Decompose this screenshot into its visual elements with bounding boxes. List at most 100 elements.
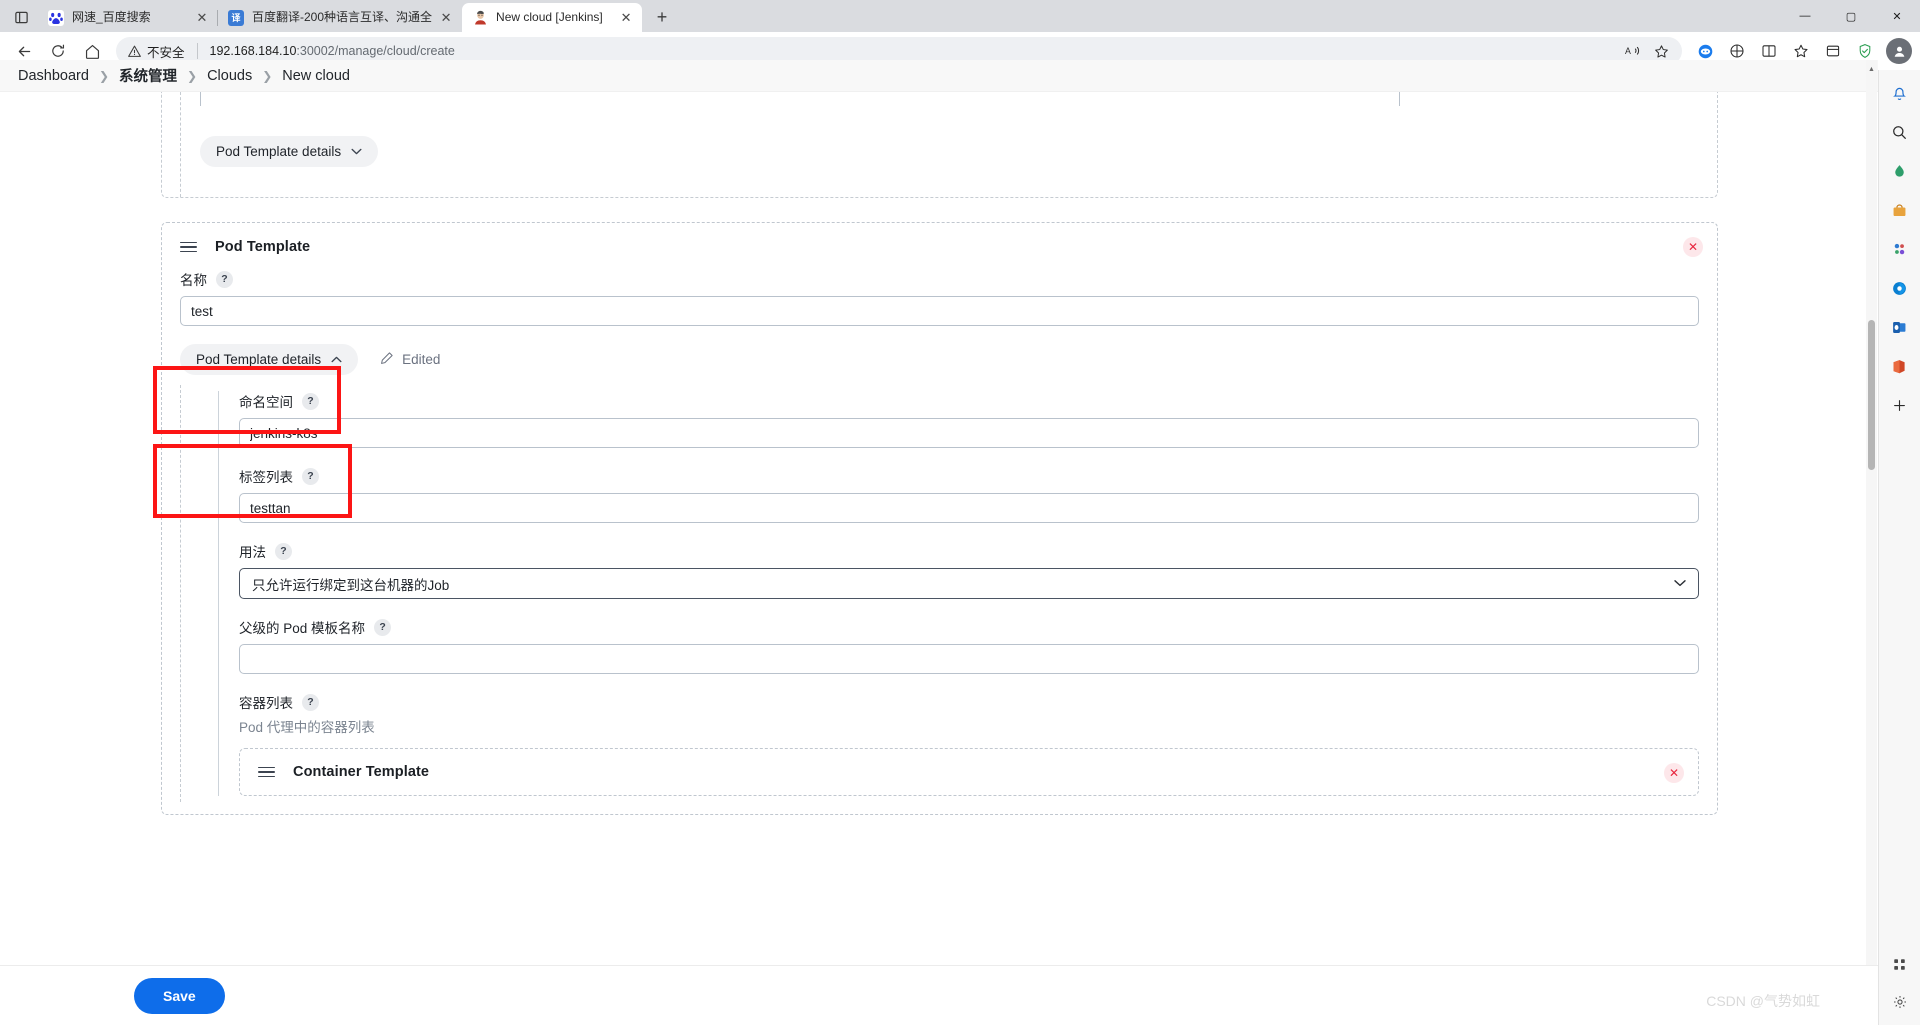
url-text: 192.168.184.10:30002/manage/cloud/create bbox=[210, 44, 1614, 58]
scrollbar-thumb[interactable] bbox=[1868, 320, 1875, 470]
field-label: 命名空间 ? bbox=[239, 391, 1699, 411]
name-input[interactable] bbox=[180, 296, 1699, 326]
help-icon[interactable]: ? bbox=[275, 542, 292, 560]
pod-template-title: Pod Template bbox=[215, 239, 311, 255]
page-scrollbar[interactable]: ▲ ▼ bbox=[1866, 60, 1877, 1025]
tab-title: 百度翻译-200种语言互译、沟通全 bbox=[252, 10, 433, 24]
previous-name-input[interactable] bbox=[200, 92, 1400, 106]
divider bbox=[196, 43, 198, 59]
office-icon[interactable] bbox=[1887, 353, 1913, 379]
maximize-button[interactable]: ▢ bbox=[1828, 0, 1874, 32]
breadcrumb-item-system-manage[interactable]: 系统管理 bbox=[119, 65, 177, 86]
help-icon[interactable]: ? bbox=[302, 693, 319, 711]
pod-template-sub-fields: 命名空间 ? 标签列表 ? bbox=[218, 391, 1699, 796]
delete-pod-template-button[interactable]: ✕ bbox=[1683, 237, 1703, 257]
tab-strip: 网速_百度搜索 ✕ 译 百度翻译-200种语言互译、沟通全 ✕ New clou… bbox=[0, 0, 1920, 32]
details-button-label: Pod Template details bbox=[216, 144, 342, 159]
field-usage: 用法 ? 只允许运行绑定到这台机器的Job bbox=[239, 541, 1699, 599]
tab-title: 网速_百度搜索 bbox=[72, 10, 151, 24]
window-controls: — ▢ ✕ bbox=[1782, 0, 1920, 32]
breadcrumb: Dashboard ❯ 系统管理 ❯ Clouds ❯ New cloud bbox=[0, 60, 1878, 92]
field-label: 父级的 Pod 模板名称 ? bbox=[239, 617, 1699, 637]
edge-sidebar bbox=[1878, 70, 1920, 1025]
security-status: 不安全 bbox=[147, 45, 185, 60]
scroll-up-arrow[interactable]: ▲ bbox=[1866, 62, 1877, 76]
profile-avatar[interactable] bbox=[1886, 38, 1912, 64]
notifications-icon[interactable] bbox=[1887, 80, 1913, 106]
parent-template-label: 父级的 Pod 模板名称 bbox=[239, 621, 366, 636]
breadcrumb-item-dashboard[interactable]: Dashboard bbox=[18, 68, 89, 84]
browser-tab[interactable]: 网速_百度搜索 ✕ bbox=[38, 3, 218, 32]
tab-actions-icon[interactable] bbox=[4, 2, 38, 32]
edge-sidebar-bottom bbox=[1879, 951, 1920, 1015]
field-label: 容器列表 ? bbox=[239, 692, 1699, 712]
field-containers: 容器列表 ? Pod 代理中的容器列表 ✕ Container Template bbox=[239, 692, 1699, 796]
shopping-icon[interactable] bbox=[1887, 197, 1913, 223]
name-label: 名称 bbox=[180, 273, 207, 288]
field-parent-template: 父级的 Pod 模板名称 ? bbox=[239, 617, 1699, 674]
games-icon[interactable] bbox=[1887, 275, 1913, 301]
container-template-card: ✕ Container Template bbox=[239, 748, 1699, 796]
search-icon[interactable] bbox=[1887, 119, 1913, 145]
warning-icon bbox=[128, 45, 141, 58]
usage-label: 用法 bbox=[239, 545, 266, 560]
labels-input[interactable] bbox=[239, 493, 1699, 523]
close-icon[interactable]: ✕ bbox=[192, 8, 212, 28]
previous-pod-template-details-button[interactable]: Pod Template details bbox=[200, 136, 379, 167]
parent-template-input[interactable] bbox=[239, 644, 1699, 674]
edited-label: Edited bbox=[402, 352, 441, 367]
new-tab-button[interactable]: + bbox=[648, 3, 676, 31]
help-icon[interactable]: ? bbox=[302, 392, 319, 410]
delete-container-template-button[interactable]: ✕ bbox=[1664, 763, 1684, 783]
close-icon[interactable]: ✕ bbox=[616, 8, 636, 28]
drag-handle-icon[interactable] bbox=[180, 241, 197, 253]
breadcrumb-item-clouds[interactable]: Clouds bbox=[207, 68, 252, 84]
fanyi-icon: 译 bbox=[228, 9, 244, 26]
form-content: Pod Template details ✕ Pod Template 名称 ?… bbox=[0, 92, 1878, 1025]
apps-icon[interactable] bbox=[1887, 951, 1913, 977]
containers-description: Pod 代理中的容器列表 bbox=[239, 720, 375, 735]
field-labels: 标签列表 ? bbox=[239, 466, 1699, 523]
namespace-label: 命名空间 bbox=[239, 395, 293, 410]
chevron-up-icon bbox=[331, 354, 342, 366]
close-icon[interactable]: ✕ bbox=[436, 8, 456, 28]
pod-template-details-row: Pod Template details Edited bbox=[180, 344, 1699, 375]
window-close-button[interactable]: ✕ bbox=[1874, 0, 1920, 32]
browser-tab-active[interactable]: New cloud [Jenkins] ✕ bbox=[462, 3, 643, 32]
chevron-down-icon bbox=[1674, 578, 1686, 590]
pod-template-details-button[interactable]: Pod Template details bbox=[180, 344, 359, 375]
add-tool-icon[interactable] bbox=[1887, 392, 1913, 418]
tab-title: New cloud [Jenkins] bbox=[496, 10, 603, 24]
save-button[interactable]: Save bbox=[134, 977, 225, 1014]
labels-label: 标签列表 bbox=[239, 470, 293, 485]
baidu-icon bbox=[48, 9, 64, 26]
url-host: 192.168.184.10 bbox=[209, 44, 297, 58]
pod-template-header: Pod Template bbox=[180, 239, 1699, 255]
pencil-icon bbox=[380, 351, 394, 368]
details-button-label: Pod Template details bbox=[196, 352, 322, 367]
chevron-right-icon: ❯ bbox=[262, 68, 273, 83]
help-icon[interactable]: ? bbox=[374, 618, 392, 636]
previous-pod-template-card: Pod Template details bbox=[161, 92, 1718, 198]
settings-gear-icon[interactable] bbox=[1887, 989, 1913, 1015]
field-label: 用法 ? bbox=[239, 541, 1699, 561]
field-namespace: 命名空间 ? bbox=[239, 391, 1699, 448]
usage-select[interactable]: 只允许运行绑定到这台机器的Job bbox=[239, 568, 1699, 599]
minimize-button[interactable]: — bbox=[1782, 0, 1828, 32]
drop-icon[interactable] bbox=[1887, 158, 1913, 184]
help-icon[interactable]: ? bbox=[216, 270, 233, 288]
field-label: 标签列表 ? bbox=[239, 466, 1699, 486]
breadcrumb-item-new-cloud[interactable]: New cloud bbox=[282, 68, 350, 84]
outlook-icon[interactable] bbox=[1887, 314, 1913, 340]
help-icon[interactable]: ? bbox=[302, 467, 319, 485]
form-actions-bar: Save bbox=[0, 965, 1878, 1025]
namespace-input[interactable] bbox=[239, 418, 1699, 448]
drag-handle-icon[interactable] bbox=[258, 766, 275, 778]
browser-tab[interactable]: 译 百度翻译-200种语言互译、沟通全 ✕ bbox=[216, 3, 462, 32]
url-path: :30002/manage/cloud/create bbox=[296, 44, 455, 58]
field-name: 名称 ? bbox=[180, 269, 1699, 326]
field-label: 名称 ? bbox=[180, 269, 1699, 289]
edited-indicator: Edited bbox=[380, 351, 440, 368]
browser-window: 网速_百度搜索 ✕ 译 百度翻译-200种语言互译、沟通全 ✕ New clou… bbox=[0, 0, 1920, 1025]
tools-icon[interactable] bbox=[1887, 236, 1913, 262]
